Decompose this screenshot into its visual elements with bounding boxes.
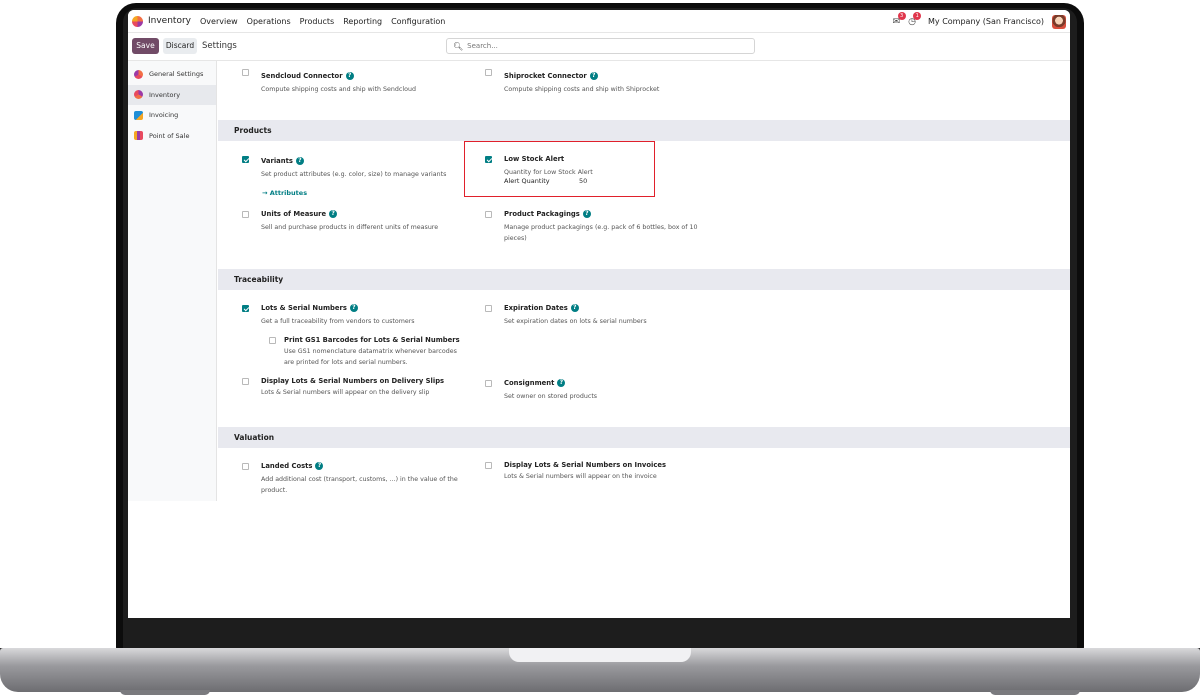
setting-title: Expiration Dates? bbox=[504, 304, 579, 312]
search-input[interactable] bbox=[467, 42, 738, 50]
section-traceability-heading: Traceability bbox=[218, 269, 1070, 290]
settings-content: Sendcloud Connector? Compute shipping co… bbox=[218, 61, 1070, 618]
invoicing-app-icon bbox=[134, 110, 143, 120]
lots-checkbox[interactable] bbox=[242, 305, 249, 312]
user-avatar[interactable] bbox=[1052, 14, 1066, 29]
help-icon[interactable]: ? bbox=[295, 157, 304, 165]
help-icon[interactable]: ? bbox=[315, 462, 324, 470]
laptop-foot-right bbox=[990, 690, 1080, 695]
setting-title: Shiprocket Connector? bbox=[504, 72, 598, 80]
highlight-box bbox=[464, 141, 655, 197]
sidebar-item-label: Point of Sale bbox=[149, 131, 190, 140]
setting-title: Landed Costs? bbox=[261, 462, 324, 470]
setting-title: Variants? bbox=[261, 157, 304, 165]
chat-badge: 3 bbox=[897, 11, 906, 20]
general-settings-icon bbox=[134, 69, 143, 79]
setting-description: Use GS1 nomenclature datamatrix whenever… bbox=[284, 348, 457, 366]
activity-badge: 1 bbox=[913, 11, 922, 20]
setting-title: Display Lots & Serial Numbers on Invoice… bbox=[504, 461, 667, 469]
company-switcher[interactable]: My Company (San Francisco) bbox=[928, 17, 1044, 26]
setting-title: Sendcloud Connector? bbox=[261, 72, 354, 80]
setting-title: Display Lots & Serial Numbers on Deliver… bbox=[261, 377, 445, 385]
help-icon[interactable]: ? bbox=[589, 72, 598, 80]
help-icon[interactable]: ? bbox=[582, 210, 591, 218]
setting-title: Consignment? bbox=[504, 379, 566, 387]
setting-description: Compute shipping costs and ship with Sen… bbox=[261, 86, 416, 93]
lots-delivery-checkbox[interactable] bbox=[242, 378, 249, 385]
section-products-heading: Products bbox=[218, 120, 1070, 141]
setting-description: Compute shipping costs and ship with Shi… bbox=[504, 86, 660, 93]
sidebar-item-general-settings[interactable]: General Settings bbox=[128, 64, 216, 85]
setting-description: Set owner on stored products bbox=[504, 393, 598, 400]
sidebar-item-label: Inventory bbox=[149, 90, 181, 99]
setting-description: Sell and purchase products in different … bbox=[261, 224, 439, 231]
sidebar-item-invoicing[interactable]: Invoicing bbox=[128, 105, 216, 126]
app-screen: Inventory Overview Operations Products R… bbox=[128, 10, 1070, 618]
chat-icon[interactable]: ✉ 3 bbox=[893, 11, 906, 27]
search-icon: 🔍︎ bbox=[453, 41, 464, 51]
setting-description: Set expiration dates on lots & serial nu… bbox=[504, 318, 647, 325]
help-icon[interactable]: ? bbox=[349, 304, 358, 312]
lots-invoice-checkbox[interactable] bbox=[485, 462, 492, 469]
setting-title: Product Packagings? bbox=[504, 210, 591, 218]
setting-description: Manage product packagings (e.g. pack of … bbox=[504, 224, 698, 242]
sendcloud-checkbox[interactable] bbox=[242, 69, 249, 76]
setting-description: Lots & Serial numbers will appear on the… bbox=[261, 389, 430, 396]
setting-title: Units of Measure? bbox=[261, 210, 338, 218]
top-navbar: Inventory Overview Operations Products R… bbox=[128, 10, 1070, 33]
variants-checkbox[interactable] bbox=[242, 156, 249, 163]
sidebar-item-label: General Settings bbox=[149, 70, 204, 79]
packagings-checkbox[interactable] bbox=[485, 211, 492, 218]
settings-sidebar: General Settings Inventory Invoicing Poi… bbox=[128, 61, 217, 501]
activity-clock-icon[interactable]: ◷ 1 bbox=[908, 11, 922, 27]
discard-button[interactable]: Discard bbox=[163, 38, 197, 54]
control-panel: Save Discard Settings 🔍︎ bbox=[128, 33, 1070, 61]
shiprocket-checkbox[interactable] bbox=[485, 69, 492, 76]
consignment-checkbox[interactable] bbox=[485, 380, 492, 387]
section-valuation-heading: Valuation bbox=[218, 427, 1070, 448]
landed-costs-checkbox[interactable] bbox=[242, 463, 249, 470]
search-box[interactable]: 🔍︎ bbox=[446, 38, 755, 54]
help-icon[interactable]: ? bbox=[557, 379, 566, 387]
uom-checkbox[interactable] bbox=[242, 211, 249, 218]
menu-products[interactable]: Products bbox=[300, 17, 335, 26]
laptop-notch bbox=[509, 648, 691, 662]
sidebar-item-label: Invoicing bbox=[149, 111, 179, 120]
help-icon[interactable]: ? bbox=[570, 304, 579, 312]
attributes-link[interactable]: → Attributes bbox=[262, 189, 307, 197]
setting-description: Lots & Serial numbers will appear on the… bbox=[504, 473, 657, 480]
menu-operations[interactable]: Operations bbox=[247, 17, 291, 26]
menu-overview[interactable]: Overview bbox=[200, 17, 238, 26]
setting-description: Add additional cost (transport, customs,… bbox=[261, 476, 458, 494]
setting-title: Print GS1 Barcodes for Lots & Serial Num… bbox=[284, 336, 460, 344]
inventory-app-icon bbox=[134, 90, 143, 100]
app-menu-icon[interactable] bbox=[132, 15, 143, 27]
setting-description: Get a full traceability from vendors to … bbox=[261, 318, 415, 325]
help-icon[interactable]: ? bbox=[345, 72, 354, 80]
save-button[interactable]: Save bbox=[132, 38, 159, 54]
sidebar-item-point-of-sale[interactable]: Point of Sale bbox=[128, 126, 216, 147]
laptop-foot-left bbox=[120, 690, 210, 695]
gs1-checkbox[interactable] bbox=[269, 337, 276, 344]
sidebar-item-inventory[interactable]: Inventory bbox=[128, 84, 216, 105]
menu-configuration[interactable]: Configuration bbox=[391, 17, 445, 26]
setting-description: Set product attributes (e.g. color, size… bbox=[261, 171, 447, 178]
page-title: Settings bbox=[202, 41, 237, 51]
help-icon[interactable]: ? bbox=[329, 210, 338, 218]
setting-title: Lots & Serial Numbers? bbox=[261, 304, 358, 312]
app-name[interactable]: Inventory bbox=[148, 16, 191, 26]
menu-reporting[interactable]: Reporting bbox=[343, 17, 382, 26]
pos-app-icon bbox=[134, 131, 143, 141]
expiration-checkbox[interactable] bbox=[485, 305, 492, 312]
navbar-systray: ✉ 3 ◷ 1 My Company (San Francisco) bbox=[893, 10, 1066, 33]
